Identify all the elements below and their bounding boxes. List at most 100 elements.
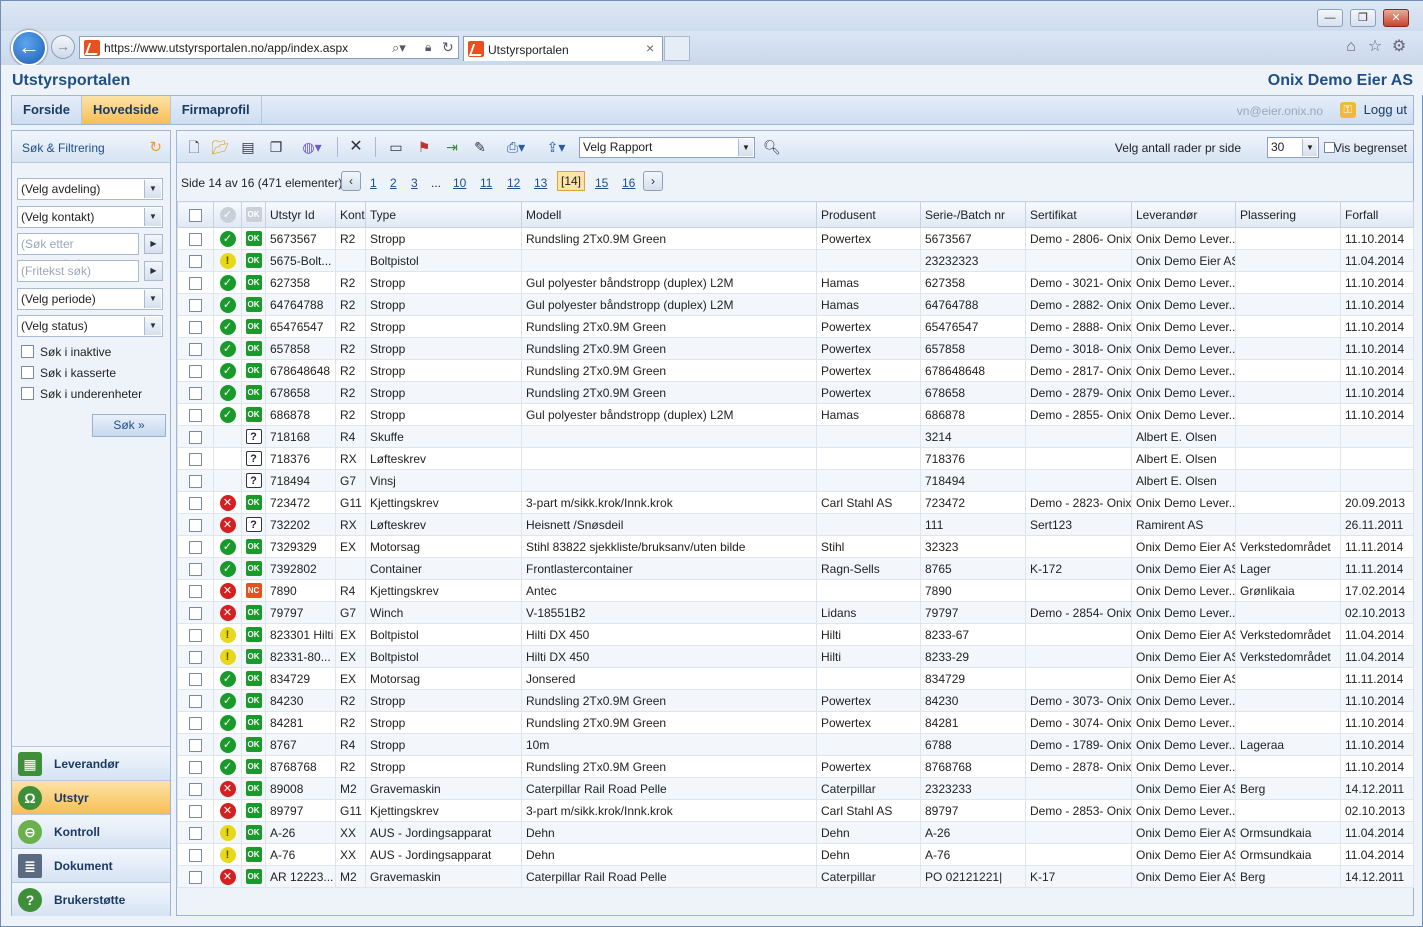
table-row[interactable]: ✓ OK 686878 R2 Stropp Gul polyester båndstrop…	[177, 403, 1414, 426]
row-select-cell[interactable]	[177, 733, 214, 756]
flag-icon[interactable]: ⚑	[415, 138, 433, 156]
column-header[interactable]: Type	[365, 201, 522, 228]
reset-filter-icon[interactable]: ↻	[149, 138, 162, 156]
rows-per-page-select[interactable]: 30 ▼	[1267, 137, 1319, 158]
table-row[interactable]: ✓ OK 64764788 R2 Stropp Gul polyester båndstr…	[177, 293, 1414, 316]
column-header[interactable]: Plassering	[1235, 201, 1341, 228]
table-row[interactable]: ! OK 82331-80... EX Boltpistol Hilti DX 450 Hi…	[177, 645, 1414, 668]
table-row[interactable]: ✓ OK 84281 R2 Stropp Rundsling 2Tx0.9M Green P…	[177, 711, 1414, 734]
row-select-cell[interactable]	[177, 249, 214, 272]
row-select-cell[interactable]	[177, 227, 214, 250]
row-select-cell[interactable]	[177, 315, 214, 338]
page-link[interactable]: 13	[534, 176, 547, 190]
page-link[interactable]: 1	[370, 176, 377, 190]
row-checkbox[interactable]	[189, 694, 202, 708]
nav-utstyr[interactable]: Ω Utstyr	[12, 780, 170, 814]
row-select-cell[interactable]	[177, 711, 214, 734]
row-checkbox[interactable]	[189, 584, 202, 598]
table-row[interactable]: ! OK 5675-Bolt... Boltpistol 23232323 Onix De…	[177, 249, 1414, 272]
search-button[interactable]: Søk »	[92, 414, 166, 437]
row-checkbox[interactable]	[189, 804, 202, 818]
table-row[interactable]: ✓ OK 5673567 R2 Stropp Rundsling 2Tx0.9M Gree…	[177, 227, 1414, 250]
column-header[interactable]: Kontr	[335, 201, 366, 228]
row-checkbox[interactable]	[189, 276, 202, 290]
row-checkbox[interactable]	[189, 672, 202, 686]
row-checkbox[interactable]	[189, 232, 202, 246]
delete-icon[interactable]: ✕	[347, 138, 365, 156]
nav-dokument[interactable]: ≣ Dokument	[12, 848, 170, 882]
row-checkbox[interactable]	[189, 254, 202, 268]
row-checkbox[interactable]	[189, 716, 202, 730]
row-checkbox[interactable]	[189, 364, 202, 378]
search-icon[interactable]: ⌕▾	[392, 40, 406, 56]
settings-gear-icon[interactable]: ⚙	[1389, 37, 1409, 57]
row-select-cell[interactable]	[177, 293, 214, 316]
contact-select[interactable]: (Velg kontakt) ▼	[17, 206, 163, 228]
row-select-cell[interactable]	[177, 535, 214, 558]
row-select-cell[interactable]	[177, 359, 214, 382]
table-row[interactable]: ✕ OK 89008 M2 Gravemaskin Caterpillar Rail Ro…	[177, 777, 1414, 800]
period-select[interactable]: (Velg periode) ▼	[17, 288, 163, 310]
row-select-cell[interactable]	[177, 271, 214, 294]
search-inactive-checkbox[interactable]	[21, 345, 34, 358]
row-select-cell[interactable]	[177, 513, 214, 536]
row-checkbox[interactable]	[189, 848, 202, 862]
refresh-icon[interactable]: ↻	[442, 39, 454, 56]
freetext-search-go-button[interactable]: ▶	[144, 261, 163, 281]
cert-column-header[interactable]: OK	[241, 201, 266, 228]
column-header[interactable]: Modell	[521, 201, 817, 228]
column-header[interactable]: Produsent	[816, 201, 921, 228]
next-page-button[interactable]: ›	[643, 171, 663, 191]
report-select[interactable]: Velg Rapport ▼	[579, 137, 755, 158]
table-row[interactable]: ? 718376 RX Løfteskrev 718376 Albert E. Olsen	[177, 447, 1414, 470]
table-row[interactable]: ? 718494 G7 Vinsj 718494 Albert E. Olsen	[177, 469, 1414, 492]
window-icon[interactable]: ▭	[387, 138, 405, 156]
table-row[interactable]: ✓ OK 84230 R2 Stropp Rundsling 2Tx0.9M Green P…	[177, 689, 1414, 712]
table-row[interactable]: ✓ OK 834729 EX Motorsag Jonsered 834729 Onix De…	[177, 667, 1414, 690]
row-checkbox[interactable]	[189, 320, 202, 334]
row-select-cell[interactable]	[177, 579, 214, 602]
table-view-icon[interactable]: ▤	[239, 138, 257, 156]
row-checkbox[interactable]	[189, 826, 202, 840]
row-checkbox[interactable]	[189, 298, 202, 312]
row-checkbox[interactable]	[189, 606, 202, 620]
logout-button[interactable]: ⚿ Logg ut	[1339, 96, 1407, 124]
row-checkbox[interactable]	[189, 452, 202, 466]
page-link[interactable]: 12	[507, 176, 520, 190]
row-select-cell[interactable]	[177, 403, 214, 426]
home-icon[interactable]: ⌂	[1341, 37, 1361, 57]
page-link[interactable]: 16	[622, 176, 635, 190]
table-row[interactable]: ✓ OK 65476547 R2 Stropp Rundsling 2Tx0.9M Gre…	[177, 315, 1414, 338]
tab-close-icon[interactable]: ×	[646, 40, 654, 56]
open-folder-icon[interactable]: 📂︎	[211, 138, 229, 156]
row-select-cell[interactable]	[177, 425, 214, 448]
nav-brukerstotte[interactable]: ? Brukerstøtte	[12, 882, 170, 916]
table-row[interactable]: ✓ OK 678658 R2 Stropp Rundsling 2Tx0.9M Green…	[177, 381, 1414, 404]
table-row[interactable]: ✕ OK 79797 G7 Winch V-18551B2 Lidans 79797 Demo …	[177, 601, 1414, 624]
department-select[interactable]: (Velg avdeling) ▼	[17, 178, 163, 200]
supplier-search-input[interactable]: (Søk etter leverandør)	[17, 233, 139, 271]
edit-icon[interactable]: ✎	[471, 138, 489, 156]
select-all-header[interactable]	[177, 201, 214, 228]
column-header[interactable]: Leverandør	[1131, 201, 1236, 228]
row-select-cell[interactable]	[177, 777, 214, 800]
row-checkbox[interactable]	[189, 408, 202, 422]
print-icon[interactable]: ⎙▾	[499, 138, 533, 156]
table-row[interactable]: ✕ OK 89797 G11 Kjettingskrev 3-part m/sikk.kr…	[177, 799, 1414, 822]
forward-button[interactable]: →	[51, 35, 75, 59]
row-checkbox[interactable]	[189, 738, 202, 752]
column-header[interactable]: Forfall	[1340, 201, 1414, 228]
row-select-cell[interactable]	[177, 601, 214, 624]
table-row[interactable]: ✕ NC 7890 R4 Kjettingskrev Antec 7890 Onix Demo…	[177, 579, 1414, 602]
new-document-icon[interactable]: 🗋	[185, 138, 203, 156]
previous-page-button[interactable]: ‹	[341, 171, 361, 191]
row-checkbox[interactable]	[189, 628, 202, 642]
import-icon[interactable]: ⇪▾	[539, 138, 573, 156]
table-row[interactable]: ✓ OK 8767 R4 Stropp 10m 6788 Demo - 1789- Onix O…	[177, 733, 1414, 756]
table-row[interactable]: ! OK A-76 XX AUS - Jordingsapparat Dehn Dehn A-…	[177, 843, 1414, 866]
row-select-cell[interactable]	[177, 491, 214, 514]
table-row[interactable]: ! OK 823301 Hilti EX Boltpistol Hilti DX 450 H…	[177, 623, 1414, 646]
table-row[interactable]: ✕ OK AR 12223... M2 Gravemaskin Caterpillar R…	[177, 865, 1414, 888]
back-button[interactable]: ←	[11, 30, 47, 66]
row-select-cell[interactable]	[177, 667, 214, 690]
